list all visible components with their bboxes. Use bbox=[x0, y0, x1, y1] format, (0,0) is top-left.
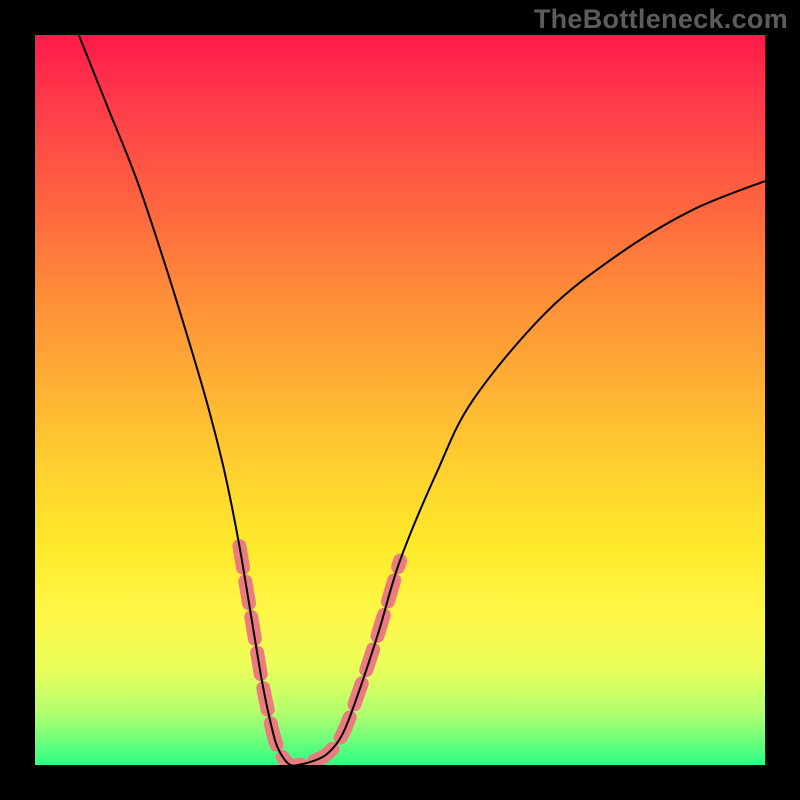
curve-highlight bbox=[239, 546, 400, 765]
curve-main bbox=[79, 35, 765, 765]
plot-area bbox=[35, 35, 765, 765]
watermark-text: TheBottleneck.com bbox=[534, 4, 788, 35]
chart-frame: TheBottleneck.com bbox=[0, 0, 800, 800]
chart-svg bbox=[35, 35, 765, 765]
